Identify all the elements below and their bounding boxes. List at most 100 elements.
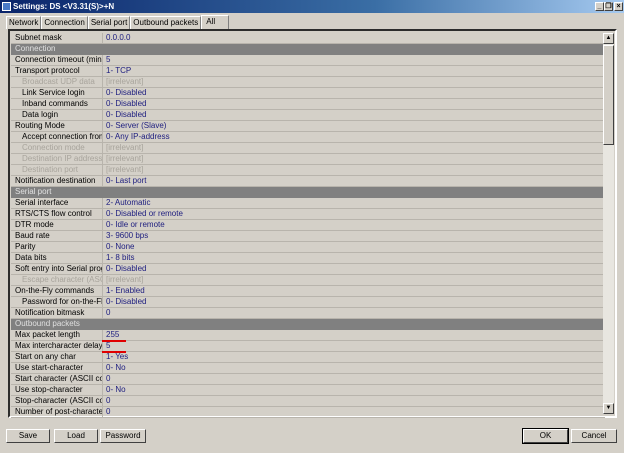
- setting-row[interactable]: Escape character (ASCII code)[irrelevant…: [11, 275, 605, 286]
- setting-value-text: 0: [106, 407, 111, 416]
- setting-value[interactable]: 2- Automatic: [103, 198, 150, 208]
- setting-label: Transport protocol: [11, 66, 103, 76]
- setting-value[interactable]: 3- 9600 bps: [103, 231, 148, 241]
- setting-row[interactable]: Soft entry into Serial programm0- Disabl…: [11, 264, 605, 275]
- setting-value-text: 0- Disabled: [106, 110, 147, 119]
- setting-value[interactable]: 1- 8 bits: [103, 253, 134, 263]
- setting-value[interactable]: 255: [102, 330, 126, 342]
- setting-row[interactable]: Notification bitmask 0: [11, 308, 605, 319]
- setting-label: RTS/CTS flow control: [11, 209, 103, 219]
- cancel-button[interactable]: Cancel: [571, 429, 617, 443]
- scroll-up-button[interactable]: ▲: [603, 33, 614, 44]
- minimize-button[interactable]: _: [595, 2, 604, 11]
- setting-value[interactable]: 1- TCP: [103, 66, 131, 76]
- setting-value[interactable]: 1- Enabled: [103, 286, 145, 296]
- scroll-thumb[interactable]: [603, 45, 614, 145]
- setting-row[interactable]: DTR mode 0- Idle or remote: [11, 220, 605, 231]
- setting-value[interactable]: 0: [103, 374, 110, 384]
- setting-row[interactable]: Transport protocol 1- TCP: [11, 66, 605, 77]
- vertical-scrollbar[interactable]: ▲ ▼: [603, 33, 614, 414]
- scroll-down-button[interactable]: ▼: [603, 403, 614, 414]
- setting-row[interactable]: Start character (ASCII code)0: [11, 374, 605, 385]
- setting-value[interactable]: 0- Last port: [103, 176, 146, 186]
- setting-value[interactable]: 0- No: [103, 385, 126, 395]
- setting-value[interactable]: 0- Any IP-address: [103, 132, 170, 142]
- setting-value-text: 0- None: [106, 242, 135, 251]
- setting-row[interactable]: Baud rate 3- 9600 bps: [11, 231, 605, 242]
- setting-label: Stop-character (ASCII code): [11, 396, 103, 406]
- window-title: Settings: DS <V3.31(S)>+N: [13, 2, 115, 11]
- setting-row[interactable]: Connection mode [irrelevant]: [11, 143, 605, 154]
- setting-value[interactable]: 0- Disabled: [103, 110, 146, 120]
- setting-row[interactable]: Data login 0- Disabled: [11, 110, 605, 121]
- setting-label: Data login: [11, 110, 103, 120]
- setting-row[interactable]: Max packet length 255: [11, 330, 605, 342]
- setting-value-text: [irrelevant]: [106, 77, 144, 86]
- setting-value[interactable]: 0- No: [103, 363, 126, 373]
- setting-row[interactable]: Destination port [irrelevant]: [11, 165, 605, 176]
- setting-row[interactable]: On-the-Fly commands 1- Enabled: [11, 286, 605, 297]
- setting-row[interactable]: Subnet mask 0.0.0.0: [11, 33, 605, 44]
- setting-value[interactable]: 0: [103, 396, 110, 406]
- setting-row[interactable]: Data bits 1- 8 bits: [11, 253, 605, 264]
- setting-value[interactable]: 0- Server (Slave): [103, 121, 166, 131]
- setting-value-text: 5: [106, 341, 111, 350]
- setting-value[interactable]: 0- Disabled: [103, 99, 146, 109]
- setting-row[interactable]: Notification destination 0- Last port: [11, 176, 605, 187]
- setting-value[interactable]: 5: [102, 341, 126, 353]
- setting-row[interactable]: Password for on-the-Fly commands0- Disab…: [11, 297, 605, 308]
- save-button[interactable]: Save: [6, 429, 50, 443]
- setting-value-text: 0: [106, 374, 111, 383]
- tab-serial-port[interactable]: Serial port: [87, 16, 131, 29]
- setting-row[interactable]: Routing Mode 0- Server (Slave): [11, 121, 605, 132]
- setting-value[interactable]: 0- None: [103, 242, 134, 252]
- setting-label: Routing Mode: [11, 121, 103, 131]
- setting-row[interactable]: Number of post-characters 0: [11, 407, 605, 418]
- setting-value: [irrelevant]: [103, 77, 143, 87]
- setting-value[interactable]: 0- Disabled: [103, 88, 146, 98]
- setting-label: Notification destination: [11, 176, 103, 186]
- setting-row[interactable]: Start on any char 1- Yes: [11, 352, 605, 363]
- restore-button[interactable]: ❐: [604, 2, 613, 11]
- setting-value[interactable]: 0- Idle or remote: [103, 220, 165, 230]
- tab-outbound-packets[interactable]: Outbound packets: [130, 16, 202, 29]
- setting-row[interactable]: Inband commands 0- Disabled: [11, 99, 605, 110]
- tab-connection[interactable]: Connection: [41, 16, 88, 29]
- setting-value-text: 0- Any IP-address: [106, 132, 170, 141]
- setting-value[interactable]: 0.0.0.0: [103, 33, 130, 43]
- setting-value[interactable]: 0: [103, 308, 110, 318]
- setting-value-text: 0.0.0.0: [106, 33, 131, 42]
- setting-label: Serial interface: [11, 198, 103, 208]
- setting-row[interactable]: RTS/CTS flow control 0- Disabled or remot…: [11, 209, 605, 220]
- setting-row[interactable]: Destination IP address [irrelevant]: [11, 154, 605, 165]
- setting-row[interactable]: Max intercharacter delay 5: [11, 341, 605, 353]
- setting-value[interactable]: 1- Yes: [103, 352, 128, 362]
- ok-button[interactable]: OK: [522, 428, 569, 444]
- setting-label: Connection mode: [11, 143, 103, 153]
- setting-value[interactable]: 0: [103, 407, 110, 417]
- setting-row[interactable]: Link Service login 0- Disabled: [11, 88, 605, 99]
- setting-row[interactable]: Broadcast UDP data [irrelevant]: [11, 77, 605, 88]
- setting-value-text: 2- Automatic: [106, 198, 151, 207]
- setting-label: Link Service login: [11, 88, 103, 98]
- setting-label: Escape character (ASCII code): [11, 275, 103, 285]
- tab-network[interactable]: Network: [6, 16, 42, 29]
- password-button[interactable]: Password: [100, 429, 146, 443]
- setting-row[interactable]: Connection timeout (min) 5: [11, 55, 605, 66]
- close-button[interactable]: ×: [614, 2, 623, 11]
- setting-value[interactable]: 0- Disabled: [103, 297, 146, 307]
- setting-row[interactable]: Use stop-character 0- No: [11, 385, 605, 396]
- setting-value[interactable]: 5: [103, 55, 110, 65]
- setting-row[interactable]: Parity 0- None: [11, 242, 605, 253]
- title-bar: Settings: DS <V3.31(S)>+N _ ❐ ×: [0, 0, 624, 13]
- setting-row[interactable]: Use start-character 0- No: [11, 363, 605, 374]
- setting-value[interactable]: 0- Disabled: [103, 264, 146, 274]
- setting-row[interactable]: Serial interface 2- Automatic: [11, 198, 605, 209]
- setting-row[interactable]: Accept connection from 0- Any IP-address: [11, 132, 605, 143]
- setting-label: On-the-Fly commands: [11, 286, 103, 296]
- setting-row[interactable]: Stop-character (ASCII code)0: [11, 396, 605, 407]
- tab-all[interactable]: All: [201, 15, 230, 29]
- load-button[interactable]: Load: [54, 429, 98, 443]
- setting-value[interactable]: 0- Disabled or remote: [103, 209, 183, 219]
- setting-value-text: 0- Last port: [106, 176, 147, 185]
